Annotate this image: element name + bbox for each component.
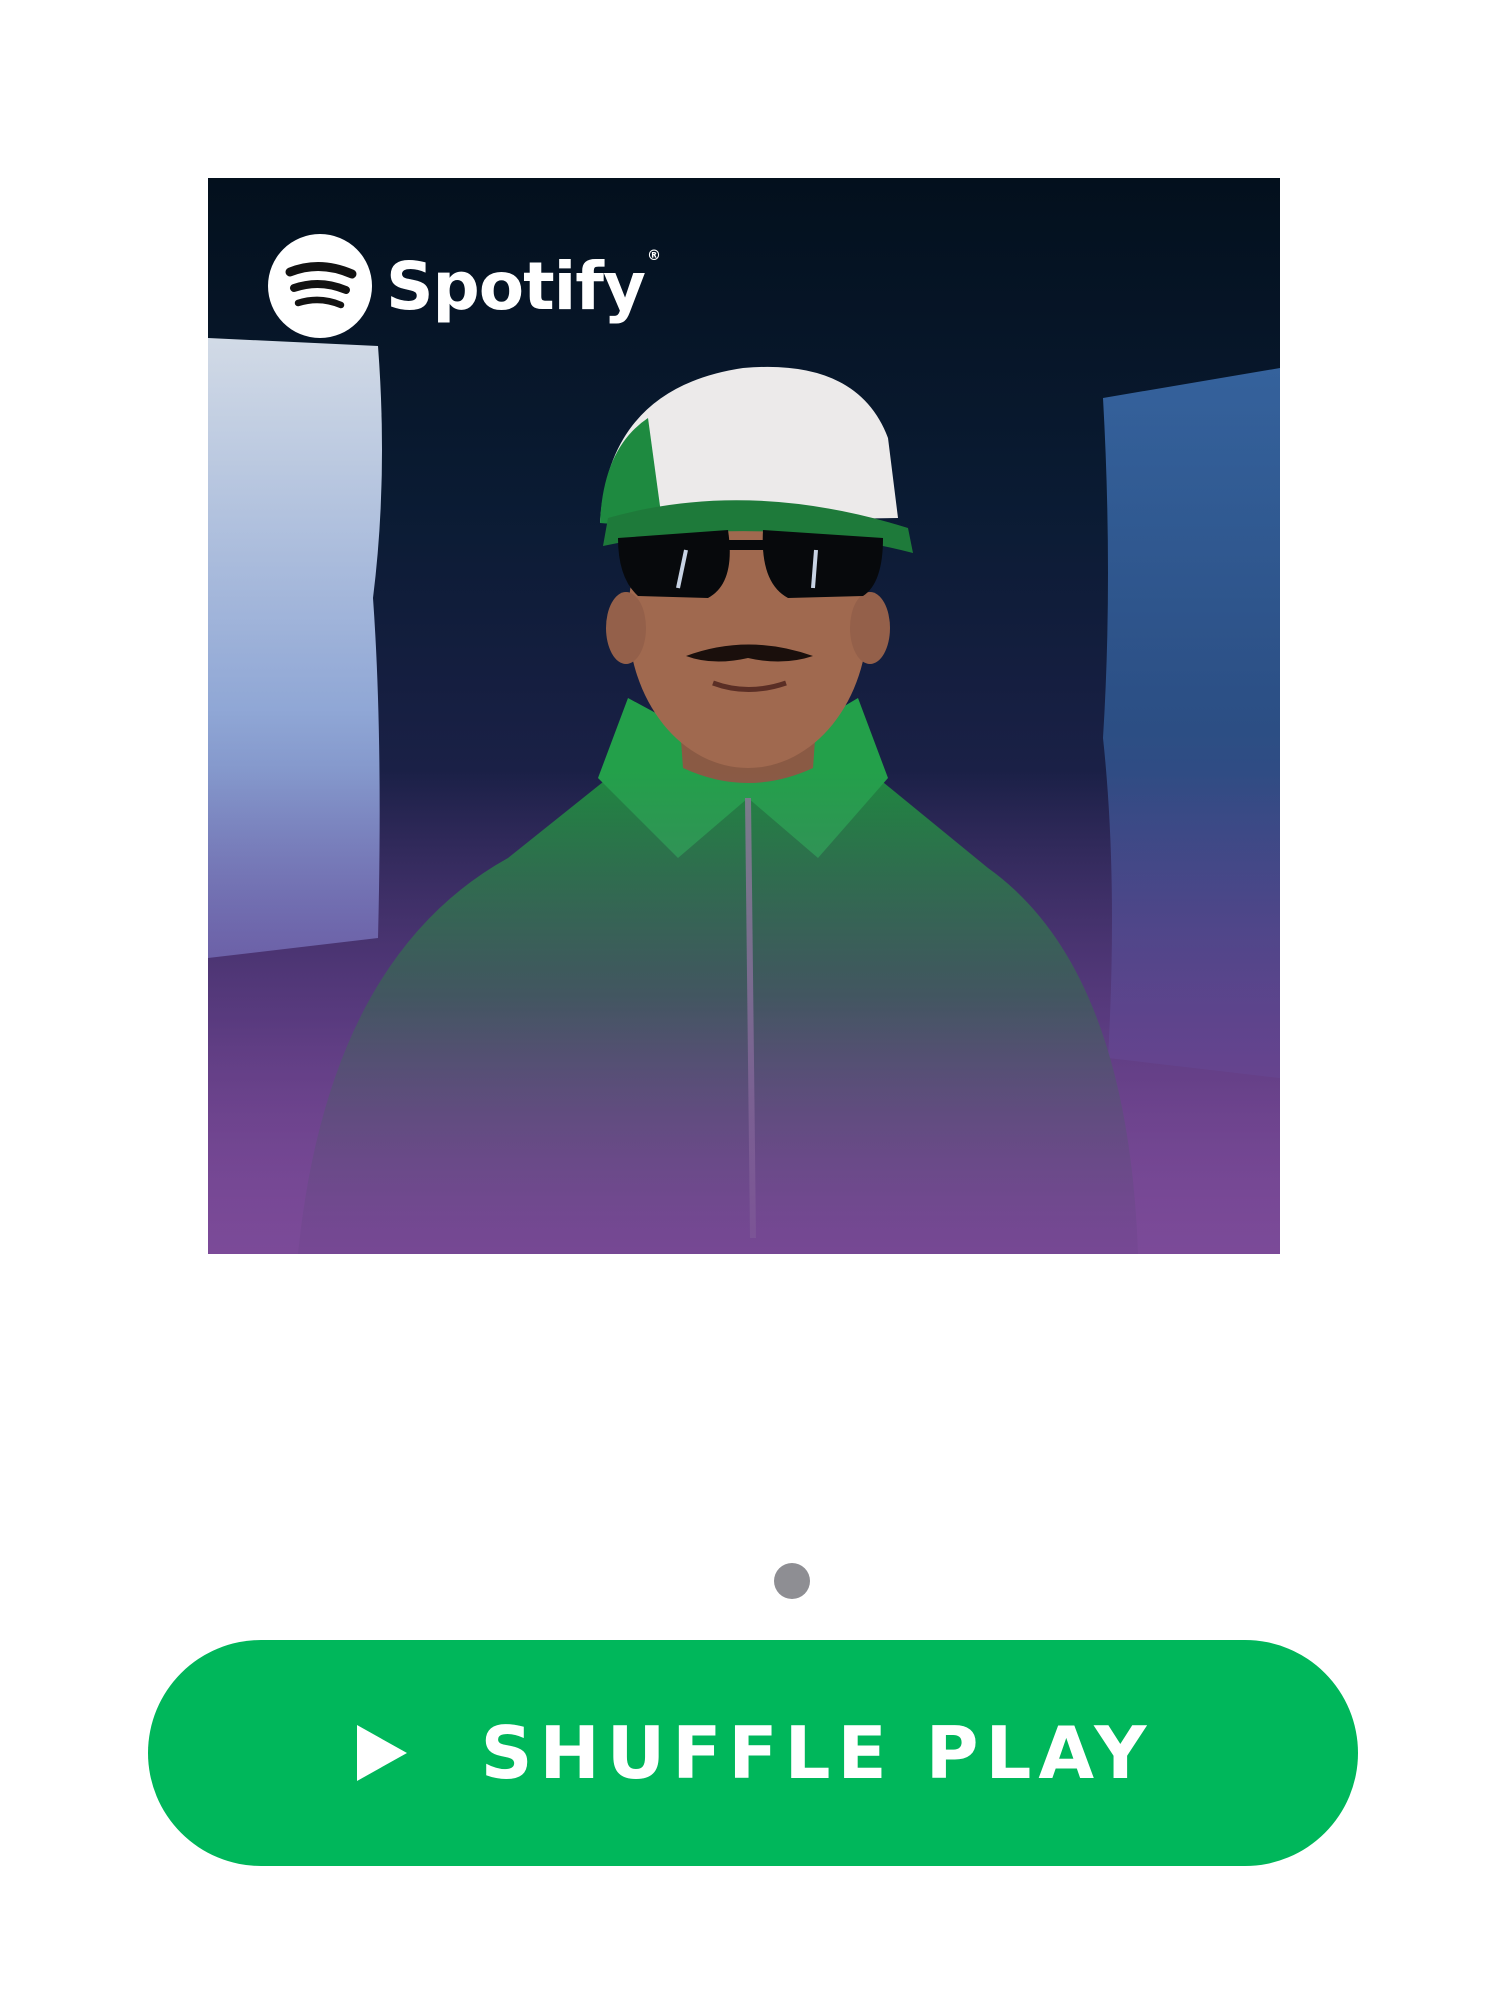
shuffle-play-label: SHUFFLE PLAY bbox=[480, 1711, 1154, 1795]
playlist-cover-art[interactable]: Spotify ® bbox=[208, 178, 1280, 1254]
artist-photo bbox=[208, 178, 1280, 1254]
spotify-wordmark: Spotify ® bbox=[386, 247, 661, 325]
playlist-screen: Spotify ® SHUFFLE PLAY bbox=[0, 0, 1500, 2000]
page-indicator-dot[interactable] bbox=[774, 1563, 810, 1599]
play-icon bbox=[356, 1725, 407, 1781]
spotify-logo-icon bbox=[268, 234, 372, 338]
shuffle-play-button[interactable]: SHUFFLE PLAY bbox=[148, 1640, 1358, 1866]
spotify-brand: Spotify ® bbox=[268, 234, 661, 338]
